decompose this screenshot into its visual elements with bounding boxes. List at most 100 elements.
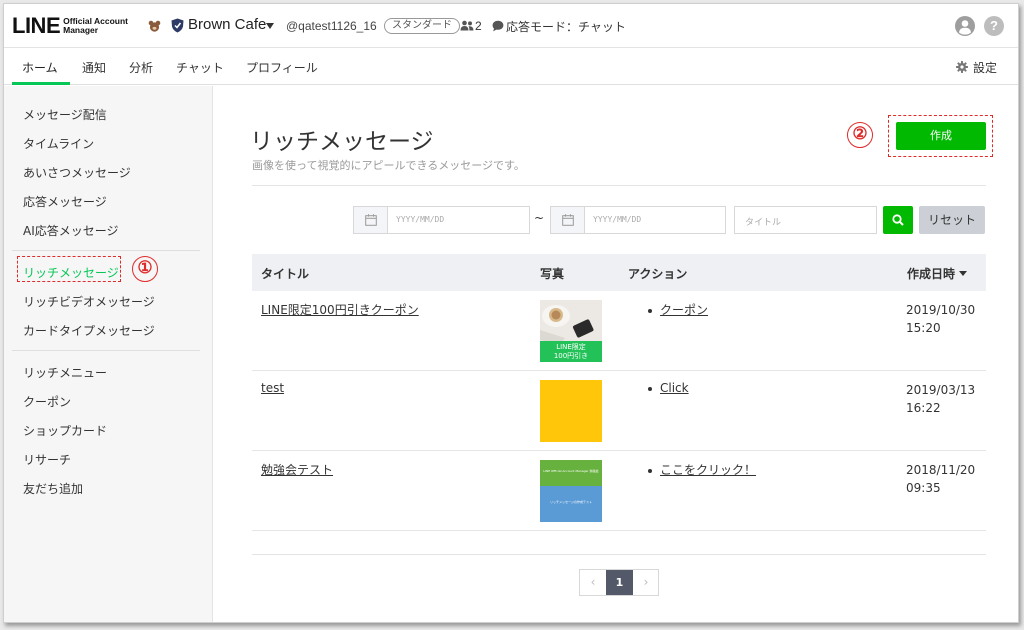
date-range-separator: ~ <box>534 211 545 225</box>
yellow-thumbnail <box>540 380 602 442</box>
sidebar-item-rich-video[interactable]: リッチビデオメッセージ <box>23 293 155 310</box>
bullet-icon <box>648 386 652 391</box>
sidebar-item-coupon[interactable]: クーポン <box>23 393 71 410</box>
table-row: LINE限定100円引きクーポン LINE限定 100円引き クーポン 2019… <box>252 291 986 371</box>
created-date: 2019/03/13 <box>906 383 976 397</box>
created-date: 2019/10/30 <box>906 303 976 317</box>
account-id: @qatest1126_16 <box>286 19 377 33</box>
created-time: 09:35 <box>906 481 941 495</box>
start-date-field[interactable]: YYYY/MM/DD <box>353 206 530 234</box>
sidebar-item-auto-response[interactable]: 応答メッセージ <box>23 193 107 210</box>
end-date-icon-cell[interactable] <box>551 207 585 233</box>
row-action: ここをクリック！ <box>648 461 756 478</box>
coupon-thumb-caption-2: 100円引き <box>553 352 589 360</box>
tab-notifications[interactable]: 通知 <box>82 59 106 76</box>
table-row: test Click 2019/03/13 16:22 <box>252 371 986 451</box>
sidebar-item-shop-card[interactable]: ショップカード <box>23 422 107 439</box>
sort-down-icon[interactable] <box>959 271 967 276</box>
page-1-button[interactable]: 1 <box>606 570 633 595</box>
tab-analytics[interactable]: 分析 <box>129 59 153 76</box>
title-search-input[interactable]: タイトル <box>734 206 877 234</box>
study-thumbnail: LINE Official Account Manager 勉強会 リッチメッセ… <box>540 460 602 522</box>
calendar-icon <box>365 214 377 226</box>
created-time: 15:20 <box>906 321 941 335</box>
tab-bar: ホーム 通知 分析 チャット プロフィール 設定 <box>4 48 1018 85</box>
column-photo: 写真 <box>540 267 565 281</box>
app-window: LINE Official Account Manager Brown Cafe… <box>3 3 1019 623</box>
sidebar-divider <box>12 250 200 251</box>
people-icon <box>460 20 474 31</box>
thumb-text-bottom: リッチメッセージの作成テスト <box>550 500 592 504</box>
table-bottom-divider <box>252 554 986 555</box>
action-link[interactable]: クーポン <box>660 303 708 317</box>
shield-icon <box>171 18 184 33</box>
help-icon[interactable]: ? <box>984 16 1004 36</box>
chat-bubble-icon <box>492 20 504 32</box>
row-title-link[interactable]: test <box>261 381 284 395</box>
pagination: ‹ 1 › <box>579 569 659 596</box>
sidebar-item-timeline[interactable]: タイムライン <box>23 135 94 152</box>
sidebar-item-greeting[interactable]: あいさつメッセージ <box>23 164 131 181</box>
end-date-field[interactable]: YYYY/MM/DD <box>550 206 726 234</box>
annotation-box-1 <box>17 256 121 282</box>
title-search-placeholder: タイトル <box>745 218 782 228</box>
settings-link[interactable]: 設定 <box>973 59 997 76</box>
title-divider <box>252 185 986 186</box>
line-logo[interactable]: LINE Official Account Manager <box>12 12 128 40</box>
sidebar-item-message-delivery[interactable]: メッセージ配信 <box>23 106 107 123</box>
thumb-text-top: LINE Official Account Manager 勉強会 <box>543 469 599 473</box>
start-date-placeholder: YYYY/MM/DD <box>396 215 445 224</box>
bullet-icon <box>648 468 652 473</box>
start-date-icon-cell[interactable] <box>354 207 388 233</box>
end-date-placeholder: YYYY/MM/DD <box>593 215 642 224</box>
coupon-thumb-caption-1: LINE限定 <box>556 343 586 351</box>
tab-home[interactable]: ホーム <box>22 59 58 76</box>
sidebar-divider <box>12 350 200 351</box>
logo-main: LINE <box>12 13 61 38</box>
sidebar-item-rich-menu[interactable]: リッチメニュー <box>23 364 107 381</box>
created-time: 16:22 <box>906 401 941 415</box>
table-header: タイトル 写真 アクション 作成日時 <box>252 254 986 291</box>
user-icon[interactable] <box>955 16 975 36</box>
row-action: Click <box>648 381 689 395</box>
logo-sub: Official Account Manager <box>63 16 128 35</box>
response-mode[interactable]: 応答モード：チャット <box>506 18 626 35</box>
plan-badge: スタンダード <box>384 18 460 34</box>
thumb-blue-band <box>540 486 602 522</box>
column-created-at[interactable]: 作成日時 <box>907 265 955 282</box>
row-title-link[interactable]: LINE限定100円引きクーポン <box>261 301 419 318</box>
sidebar-item-research[interactable]: リサーチ <box>23 451 71 468</box>
sidebar-item-card-type[interactable]: カードタイプメッセージ <box>23 322 155 339</box>
page-description: 画像を使って視覚的にアピールできるメッセージです。 <box>252 159 525 172</box>
search-button[interactable] <box>883 206 913 234</box>
action-link[interactable]: Click <box>660 381 689 395</box>
tab-profile[interactable]: プロフィール <box>246 59 318 76</box>
create-button[interactable]: 作成 <box>896 122 986 150</box>
sidebar-item-add-friends[interactable]: 友だち追加 <box>23 480 83 497</box>
action-link[interactable]: ここをクリック！ <box>660 463 756 477</box>
row-action: クーポン <box>648 301 708 318</box>
active-tab-indicator <box>12 82 70 85</box>
account-name[interactable]: Brown Cafe <box>188 16 266 33</box>
friends-count: 2 <box>475 19 482 33</box>
bear-icon <box>148 20 161 32</box>
created-at: 2019/10/30 15:20 <box>906 301 975 337</box>
top-bar: LINE Official Account Manager Brown Cafe… <box>4 4 1018 48</box>
chevron-left-icon[interactable]: ‹ <box>580 570 606 595</box>
created-at: 2018/11/20 09:35 <box>906 461 975 497</box>
annotation-number-2: ② <box>847 122 873 148</box>
column-action: アクション <box>628 267 688 281</box>
sidebar: メッセージ配信 タイムライン あいさつメッセージ 応答メッセージ AI応答メッセ… <box>4 86 213 622</box>
tab-chat[interactable]: チャット <box>176 59 224 76</box>
search-icon <box>892 214 904 226</box>
gear-icon[interactable] <box>956 61 968 73</box>
column-title: タイトル <box>261 267 310 281</box>
annotation-number-1: ① <box>132 256 158 282</box>
reset-button[interactable]: リセット <box>919 206 985 234</box>
created-at: 2019/03/13 16:22 <box>906 381 975 417</box>
bullet-icon <box>648 308 652 313</box>
chevron-right-icon[interactable]: › <box>633 570 659 595</box>
sidebar-item-ai-response[interactable]: AI応答メッセージ <box>23 222 119 239</box>
row-title-link[interactable]: 勉強会テスト <box>261 461 333 478</box>
caret-down-icon[interactable] <box>266 23 274 29</box>
